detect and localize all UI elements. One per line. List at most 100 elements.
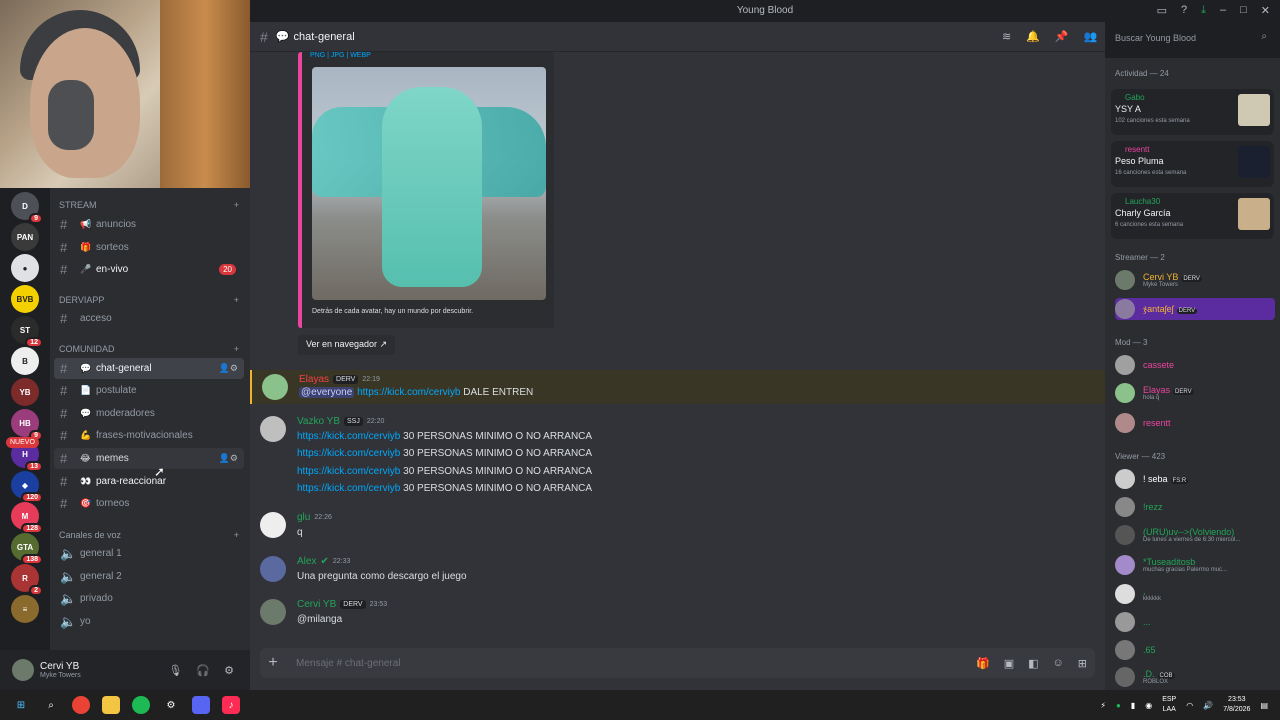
maximize-icon[interactable]: □	[1240, 4, 1247, 17]
server-icon[interactable]: M 128	[11, 502, 43, 534]
avatar[interactable]	[260, 512, 286, 538]
avatar[interactable]	[262, 374, 288, 400]
voice-channel-privado[interactable]: 🔈 privado	[54, 588, 244, 609]
member-item[interactable]: resentt	[1115, 412, 1275, 434]
download-icon[interactable]: ⤓	[1201, 4, 1206, 17]
channel-moderadores[interactable]: # 💬 moderadores	[54, 403, 244, 424]
channel-chat-general[interactable]: # 💬 chat-general 👤⚙	[54, 358, 244, 379]
channel-torneos[interactable]: # 🎯 torneos	[54, 493, 244, 514]
add-attachment-icon[interactable]: +	[260, 654, 286, 672]
embed-image[interactable]	[312, 67, 546, 300]
voice-channel-general-2[interactable]: 🔈 general 2	[54, 566, 244, 587]
member-item[interactable]: ...	[1115, 611, 1275, 633]
headphones-icon[interactable]: 🎧	[196, 664, 210, 677]
message-link[interactable]: https://kick.com/cerviyb	[357, 387, 460, 398]
wifi-icon[interactable]: ◠	[1186, 701, 1193, 710]
server-icon[interactable]: HB 9	[11, 409, 43, 441]
search-input[interactable]: Buscar Young Blood ⌕	[1109, 29, 1272, 47]
user-avatar[interactable]	[12, 659, 34, 681]
server-icon[interactable]: ≡	[11, 595, 39, 623]
channel-frases-motivacionales[interactable]: # 💪 frases-motivacionales	[54, 425, 244, 446]
server-icon[interactable]: PAN	[11, 223, 39, 251]
message-author[interactable]: glu	[297, 512, 310, 523]
pin-icon[interactable]: 📌	[1055, 30, 1069, 43]
channel-acceso[interactable]: # acceso	[54, 308, 244, 329]
chrome-icon[interactable]	[72, 696, 90, 714]
windows-start-icon[interactable]: ⊞	[12, 696, 30, 714]
volume-icon[interactable]: 🔊	[1203, 701, 1213, 710]
microphone-icon[interactable]: 🎙	[168, 664, 182, 677]
channel-para-reaccionar[interactable]: # 👀 para-reaccionar	[54, 471, 244, 492]
server-icon[interactable]: D9	[11, 192, 43, 224]
category-stream[interactable]: STREAM +	[59, 200, 239, 210]
minimize-icon[interactable]: –	[1220, 4, 1226, 17]
member-item[interactable]: !rezz	[1115, 496, 1275, 518]
gift-icon[interactable]: 🎁	[976, 657, 990, 670]
battery-icon[interactable]: ▮	[1131, 701, 1135, 710]
search-icon[interactable]: ⌕	[42, 696, 60, 714]
server-icon[interactable]: BVB	[11, 285, 39, 313]
voice-channel-yo[interactable]: 🔈 yo	[54, 611, 244, 632]
member-item[interactable]: Elayas DERV hola q	[1115, 382, 1275, 404]
avatar[interactable]	[260, 556, 286, 582]
mention[interactable]: @everyone	[299, 387, 355, 398]
members-icon[interactable]: 👥	[1084, 30, 1098, 43]
spotify-icon[interactable]	[132, 696, 150, 714]
member-item[interactable]: , kkkkkk	[1115, 583, 1275, 605]
clock[interactable]: 23:53 7/8/2026	[1223, 695, 1250, 715]
discord-tray-icon[interactable]: ◉	[1145, 701, 1152, 710]
server-icon[interactable]: ST 12	[11, 316, 43, 348]
tray-icon[interactable]: ⚡	[1100, 701, 1106, 710]
server-icon[interactable]: ●	[11, 254, 39, 282]
message-author[interactable]: Cervi YB	[297, 599, 336, 610]
member-item[interactable]: *Tuseaditosb muchas gracias Palermo muc..…	[1115, 554, 1275, 576]
avatar[interactable]	[260, 599, 286, 625]
category-voz[interactable]: Canales de voz +	[59, 530, 239, 540]
gif-icon[interactable]: ▣	[1004, 657, 1014, 670]
activity-card[interactable]: Gabo YSY A 102 canciones esta semana	[1111, 89, 1274, 135]
settings-gear-icon[interactable]: ⚙	[162, 696, 180, 714]
notification-icon[interactable]: ▤	[1260, 701, 1268, 710]
avatar[interactable]	[260, 416, 286, 442]
channel-en-vivo[interactable]: # 🎤 en-vivo 20	[54, 259, 244, 280]
threads-icon[interactable]: ≋	[1002, 30, 1011, 43]
channel-sorteos[interactable]: # 🎁 sorteos	[54, 237, 244, 258]
file-explorer-icon[interactable]	[102, 696, 120, 714]
member-item[interactable]: cassete	[1115, 354, 1275, 376]
server-icon[interactable]: ◆ 120	[11, 471, 43, 503]
open-in-browser-button[interactable]: Ver en navegador ↗	[298, 335, 396, 355]
language-indicator[interactable]: ESP LAA	[1162, 695, 1176, 715]
server-icon[interactable]: YB	[11, 378, 39, 406]
channel-postulate[interactable]: # 📄 postulate	[54, 380, 244, 401]
member-item[interactable]: (URU)uv-->(Volviendo) De lunes a viernes …	[1115, 524, 1275, 546]
spotify-tray-icon[interactable]: ●	[1116, 701, 1121, 710]
category-derviapp[interactable]: DERVIAPP +	[59, 295, 239, 305]
sticker-icon[interactable]: ◧	[1028, 657, 1038, 670]
member-item[interactable]: .D. COB ROBLOX	[1115, 666, 1275, 688]
apps-icon[interactable]: ⊞	[1078, 657, 1087, 670]
member-item[interactable]: Cervi YB DERV Myke Towers	[1115, 269, 1275, 291]
discord-icon[interactable]	[192, 696, 210, 714]
message-input[interactable]: + Mensaje # chat-general 🎁 ▣ ◧ ☺ ⊞	[260, 648, 1095, 678]
voice-channel-general-1[interactable]: 🔈 general 1	[54, 543, 244, 564]
server-icon[interactable]: B	[11, 347, 39, 375]
inbox-icon[interactable]: ▭	[1157, 4, 1167, 17]
emoji-icon[interactable]: ☺	[1053, 657, 1064, 670]
server-icon[interactable]: R2	[11, 564, 43, 596]
tiktok-icon[interactable]: ♪	[222, 696, 240, 714]
settings-gear-icon[interactable]: ⚙	[224, 664, 234, 677]
activity-card[interactable]: resentt Peso Pluma 16 canciones esta seman…	[1111, 141, 1274, 187]
member-item[interactable]: ! seba FS:R	[1115, 468, 1275, 490]
close-icon[interactable]: ✕	[1261, 4, 1270, 17]
channel-anuncios[interactable]: # 📢 anuncios	[54, 214, 244, 235]
category-comunidad[interactable]: COMUNIDAD +	[59, 344, 239, 354]
message-author[interactable]: Vazko YB	[297, 416, 340, 427]
bell-icon[interactable]: 🔔	[1026, 30, 1040, 43]
member-item[interactable]: ჯantaʃeʃ DERV	[1115, 298, 1275, 320]
channel-memes[interactable]: # 😂 memes 👤⚙	[54, 448, 244, 469]
message-author[interactable]: Alex	[297, 556, 316, 567]
server-icon[interactable]: GTA 138	[11, 533, 43, 565]
member-item[interactable]: .65	[1115, 639, 1275, 661]
help-icon[interactable]: ?	[1181, 4, 1187, 17]
activity-card[interactable]: Laucha30 Charly García 6 canciones esta se…	[1111, 193, 1274, 239]
